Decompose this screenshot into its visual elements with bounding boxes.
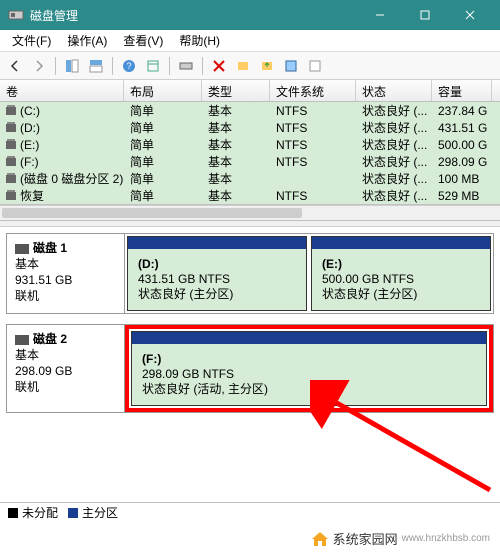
col-capacity[interactable]: 容量 [432, 80, 492, 101]
col-type[interactable]: 类型 [202, 80, 270, 101]
watermark-text: 系统家园网 [333, 529, 398, 548]
volume-row[interactable]: 恢复简单基本NTFS状态良好 (...529 MB [0, 187, 500, 204]
disk-info[interactable]: 磁盘 1基本931.51 GB联机 [7, 234, 125, 313]
disk-button[interactable] [175, 55, 197, 77]
action-button-4[interactable] [304, 55, 326, 77]
volume-row[interactable]: (F:)简单基本NTFS状态良好 (...298.09 G [0, 153, 500, 170]
disk-row: 磁盘 1基本931.51 GB联机(D:)431.51 GB NTFS状态良好 … [6, 233, 494, 314]
disk-info[interactable]: 磁盘 2基本298.09 GB联机 [7, 325, 125, 412]
volume-row[interactable]: (C:)简单基本NTFS状态良好 (...237.84 G [0, 102, 500, 119]
maximize-button[interactable] [402, 0, 447, 30]
partition[interactable]: (E:)500.00 GB NTFS状态良好 (主分区) [311, 236, 491, 311]
legend: 未分配 主分区 [0, 502, 500, 522]
titlebar: 磁盘管理 [0, 0, 500, 30]
forward-button[interactable] [28, 55, 50, 77]
swatch-unallocated [8, 508, 18, 518]
volume-row[interactable]: (D:)简单基本NTFS状态良好 (...431.51 G [0, 119, 500, 136]
watermark: 系统家园网 www.hnzkhbsb.com [307, 527, 494, 550]
action-button-2[interactable] [256, 55, 278, 77]
action-button-1[interactable] [232, 55, 254, 77]
view-button-2[interactable] [85, 55, 107, 77]
horizontal-scrollbar[interactable] [0, 205, 500, 221]
partition[interactable]: (F:)298.09 GB NTFS状态良好 (活动, 主分区) [131, 331, 487, 406]
col-filesystem[interactable]: 文件系统 [270, 80, 356, 101]
volume-row[interactable]: (磁盘 0 磁盘分区 2)简单基本状态良好 (...100 MB [0, 170, 500, 187]
col-volume[interactable]: 卷 [0, 80, 124, 101]
minimize-button[interactable] [357, 0, 402, 30]
back-button[interactable] [4, 55, 26, 77]
menu-file[interactable]: 文件(F) [4, 30, 59, 51]
help-button[interactable]: ? [118, 55, 140, 77]
toolbar: ? [0, 52, 500, 80]
watermark-url: www.hnzkhbsb.com [402, 533, 490, 544]
window-title: 磁盘管理 [30, 7, 78, 24]
watermark-logo-icon [311, 531, 329, 547]
close-button[interactable] [447, 0, 492, 30]
view-button-1[interactable] [61, 55, 83, 77]
menubar: 文件(F) 操作(A) 查看(V) 帮助(H) [0, 30, 500, 52]
partition[interactable]: (D:)431.51 GB NTFS状态良好 (主分区) [127, 236, 307, 311]
volume-row[interactable]: (E:)简单基本NTFS状态良好 (...500.00 G [0, 136, 500, 153]
menu-help[interactable]: 帮助(H) [171, 30, 228, 51]
refresh-button[interactable] [142, 55, 164, 77]
menu-action[interactable]: 操作(A) [59, 30, 115, 51]
svg-text:?: ? [126, 61, 131, 71]
col-status[interactable]: 状态 [356, 80, 432, 101]
volume-list: (C:)简单基本NTFS状态良好 (...237.84 G(D:)简单基本NTF… [0, 102, 500, 205]
graphical-view: 磁盘 1基本931.51 GB联机(D:)431.51 GB NTFS状态良好 … [0, 227, 500, 429]
column-headers: 卷 布局 类型 文件系统 状态 容量 [0, 80, 500, 102]
delete-button[interactable] [208, 55, 230, 77]
legend-unallocated: 未分配 [22, 504, 58, 521]
legend-primary: 主分区 [82, 504, 118, 521]
menu-view[interactable]: 查看(V) [115, 30, 171, 51]
action-button-3[interactable] [280, 55, 302, 77]
col-layout[interactable]: 布局 [124, 80, 202, 101]
swatch-primary [68, 508, 78, 518]
partitions: (D:)431.51 GB NTFS状态良好 (主分区)(E:)500.00 G… [125, 234, 493, 313]
app-icon [8, 7, 24, 23]
partitions: (F:)298.09 GB NTFS状态良好 (活动, 主分区) [125, 325, 493, 412]
disk-row: 磁盘 2基本298.09 GB联机(F:)298.09 GB NTFS状态良好 … [6, 324, 494, 413]
